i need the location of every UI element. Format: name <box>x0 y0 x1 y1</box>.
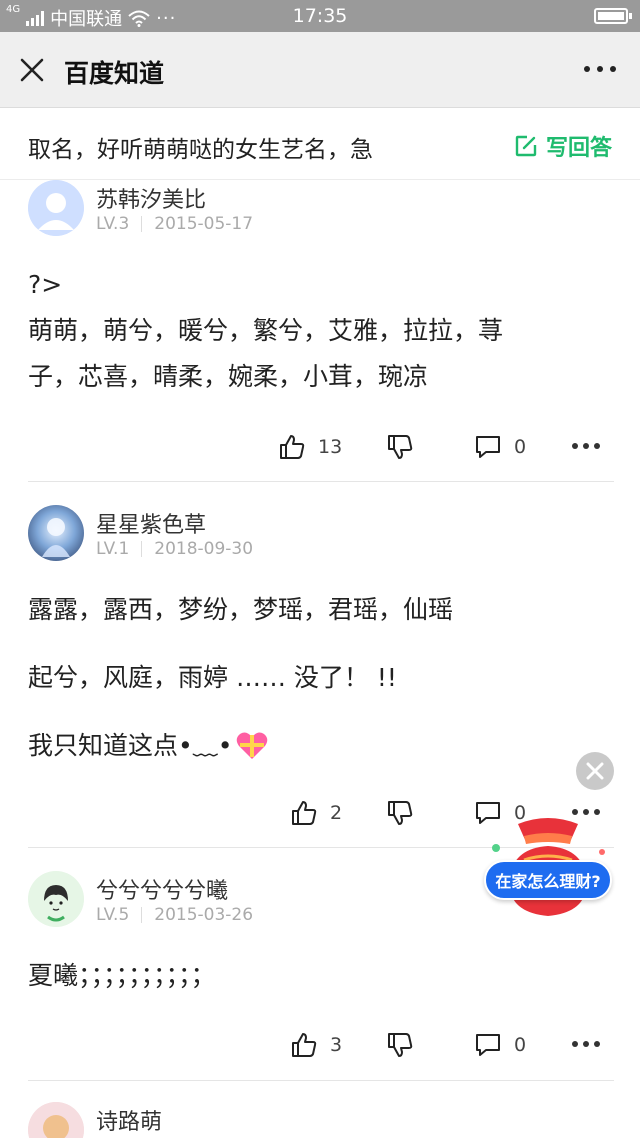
answer-text-line: 夏曦；；；；；；；；；； <box>28 961 216 990</box>
meta-separator <box>141 541 143 557</box>
meta-separator <box>141 216 143 232</box>
answer-text-line: 萌萌，萌兮，暖兮，繁兮，艾雅，拉拉，荨 <box>28 316 504 345</box>
username[interactable]: 兮兮兮兮兮曦 <box>96 873 228 905</box>
answer-date: 2018-09-30 <box>154 539 254 559</box>
comment-count: 0 <box>514 1034 527 1056</box>
user-meta: LV.3 2015-05-17 <box>96 214 253 234</box>
answer-text-line: 露露，露西，梦纷，梦瑶，君瑶，仙瑶 <box>28 595 454 624</box>
divider <box>28 481 614 482</box>
answer-text-line: 起兮，风庭，雨婷 …… 没了！ !! <box>28 663 397 692</box>
more-icon[interactable] <box>572 443 600 449</box>
user-meta: LV.5 2015-03-26 <box>96 905 253 925</box>
comment-icon <box>476 436 500 458</box>
status-bar: 4G 中国联通 ··· 17:35 <box>0 0 640 32</box>
answer-text-row: 我只知道这点•﹏• <box>28 723 269 769</box>
more-icon[interactable] <box>584 62 616 76</box>
thumbs-down-icon <box>388 1033 413 1057</box>
username[interactable]: 星星紫色草 <box>96 507 206 539</box>
dislike-button[interactable] <box>386 427 414 467</box>
page-title: 百度知道 <box>64 59 165 88</box>
battery-icon <box>594 8 632 24</box>
avatar-illustration-icon <box>28 1102 84 1138</box>
answer-text-line: 子，芯喜，晴柔，婉柔，小茸，琬凉 <box>28 362 429 391</box>
answer-actions: 3 0 <box>28 1025 614 1065</box>
promo-label: 在家怎么理财? <box>484 860 612 900</box>
avatar[interactable] <box>28 180 84 236</box>
like-button[interactable]: 2 <box>290 793 342 833</box>
avatar-illustration-icon <box>42 518 70 557</box>
meta-separator <box>141 907 143 923</box>
comment-button[interactable]: 0 <box>474 1025 526 1065</box>
like-count: 2 <box>330 802 343 824</box>
close-icon[interactable] <box>18 56 46 84</box>
nav-bar: 百度知道 <box>0 32 640 108</box>
answer-card: 星星紫色草 LV.1 2018-09-30 露露，露西，梦纷，梦瑶，君瑶，仙瑶 … <box>28 505 614 845</box>
answer-actions: 13 0 <box>28 427 614 467</box>
answer-text-line: 我只知道这点•﹏• <box>28 731 233 760</box>
edit-icon <box>515 135 537 157</box>
avatar[interactable] <box>28 1102 84 1138</box>
comment-icon <box>476 1034 500 1056</box>
user-level: LV.1 <box>96 539 130 559</box>
comment-count: 0 <box>514 436 527 458</box>
more-icon[interactable] <box>572 1041 600 1047</box>
thumbs-down-icon <box>388 801 413 825</box>
promo-close-button[interactable] <box>576 752 614 790</box>
answer-card: 苏韩汐美比 LV.3 2015-05-17 ?> 萌萌，萌兮，暖兮，繁兮，艾雅，… <box>28 180 614 480</box>
user-meta: LV.1 2018-09-30 <box>96 539 253 559</box>
write-answer-button[interactable]: 写回答 <box>514 130 612 162</box>
status-time: 17:35 <box>292 5 348 27</box>
default-avatar-icon <box>28 180 84 236</box>
user-level: LV.5 <box>96 905 130 925</box>
close-icon <box>586 762 604 780</box>
avatar[interactable] <box>28 871 84 927</box>
answer-date: 2015-03-26 <box>154 905 254 925</box>
dislike-button[interactable] <box>386 793 414 833</box>
like-count: 13 <box>318 436 343 458</box>
question-bar: 取名，好听萌萌哒的女生艺名，急 写回答 <box>0 108 640 180</box>
avatar-illustration-icon <box>28 871 84 927</box>
divider <box>28 1080 614 1081</box>
answer-text-line: ?> <box>28 270 63 299</box>
promo-widget[interactable]: 在家怎么理财? <box>484 814 612 918</box>
user-level: LV.3 <box>96 214 130 234</box>
thumbs-up-icon <box>292 1033 317 1057</box>
username[interactable]: 苏韩汐美比 <box>96 182 206 214</box>
comment-button[interactable]: 0 <box>474 427 526 467</box>
answer-card: 诗路萌 <box>28 1102 614 1138</box>
question-title: 取名，好听萌萌哒的女生艺名，急 <box>28 137 373 163</box>
gift-heart-icon <box>236 732 267 759</box>
thumbs-up-icon <box>280 435 305 459</box>
like-button[interactable]: 3 <box>290 1025 342 1065</box>
dislike-button[interactable] <box>386 1025 414 1065</box>
thumbs-down-icon <box>388 435 413 459</box>
username[interactable]: 诗路萌 <box>96 1104 162 1136</box>
write-answer-label: 写回答 <box>545 136 612 161</box>
avatar[interactable] <box>28 505 84 561</box>
thumbs-up-icon <box>292 801 317 825</box>
like-count: 3 <box>330 1034 343 1056</box>
like-button[interactable]: 13 <box>278 427 342 467</box>
answer-date: 2015-05-17 <box>154 214 254 234</box>
